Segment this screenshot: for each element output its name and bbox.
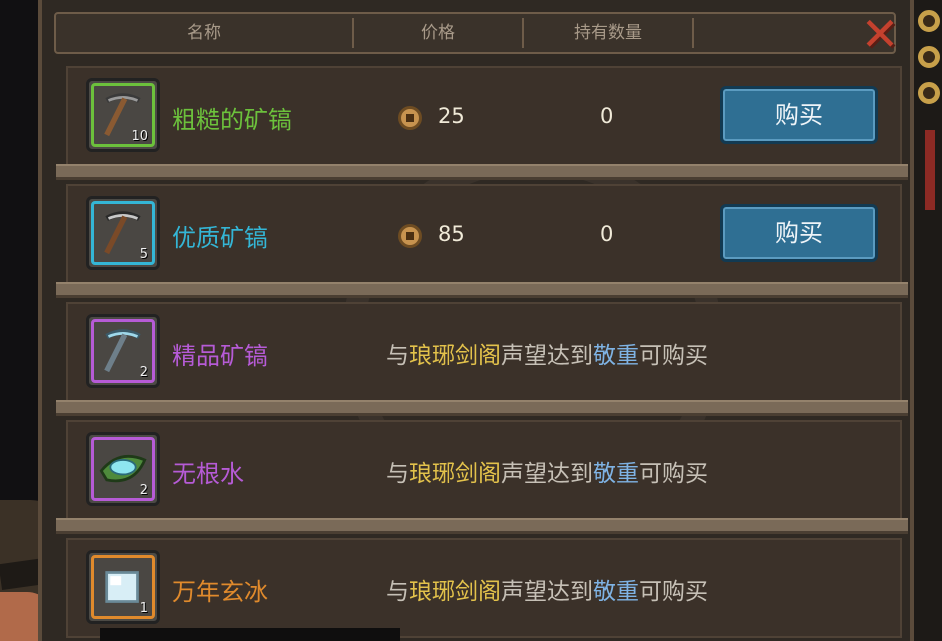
shop-row: 1 万年玄冰 与琅琊剑阁声望达到敬重可购买 [66, 538, 902, 638]
item-name: 万年玄冰 [172, 578, 268, 606]
reputation-requirement: 与琅琊剑阁声望达到敬重可购买 [386, 454, 708, 488]
coin-ornament-icon [918, 46, 940, 68]
item-name: 优质矿镐 [172, 224, 268, 252]
req-middle: 声望达到 [501, 461, 593, 487]
item-name: 精品矿镐 [172, 342, 268, 370]
shelf-divider [56, 164, 908, 180]
tassel-decoration [925, 130, 935, 210]
req-suffix: 可购买 [639, 343, 708, 369]
reputation-requirement: 与琅琊剑阁声望达到敬重可购买 [386, 336, 708, 370]
item-slot[interactable]: 2 [86, 432, 160, 506]
reputation-requirement: 与琅琊剑阁声望达到敬重可购买 [386, 572, 708, 606]
copper-coin-icon [398, 106, 422, 130]
coin-ornament-icon [918, 82, 940, 104]
rarity-frame: 2 [91, 319, 155, 383]
shop-row: 10 粗糙的矿镐 25 0 购买 [66, 66, 902, 166]
item-slot[interactable]: 10 [86, 78, 160, 152]
header-divider [692, 18, 694, 48]
shop-row: 2 无根水 与琅琊剑阁声望达到敬重可购买 [66, 420, 902, 520]
rarity-frame: 10 [91, 83, 155, 147]
buy-button[interactable]: 购买 [720, 204, 878, 262]
shelf-divider [56, 282, 908, 298]
item-slot[interactable]: 5 [86, 196, 160, 270]
item-count: 10 [131, 129, 148, 144]
copper-coin-icon [398, 224, 422, 248]
item-owned: 0 [600, 104, 614, 128]
shelf-divider [56, 400, 908, 416]
item-slot[interactable]: 1 [86, 550, 160, 624]
item-price: 25 [438, 104, 465, 128]
req-rank: 敬重 [593, 343, 639, 369]
req-middle: 声望达到 [501, 579, 593, 605]
req-faction: 琅琊剑阁 [409, 579, 501, 605]
req-middle: 声望达到 [501, 343, 593, 369]
header-name: 名称 [187, 23, 221, 43]
rarity-frame: 2 [91, 437, 155, 501]
bottom-bar [100, 628, 400, 641]
item-count: 2 [139, 365, 148, 380]
item-slot[interactable]: 2 [86, 314, 160, 388]
item-name: 粗糙的矿镐 [172, 106, 292, 134]
item-count: 5 [139, 247, 148, 262]
rarity-frame: 5 [91, 201, 155, 265]
shelf-divider [56, 518, 908, 534]
item-name: 无根水 [172, 460, 244, 488]
req-suffix: 可购买 [639, 579, 708, 605]
header-owned: 持有数量 [574, 23, 642, 43]
shop-row: 5 优质矿镐 85 0 购买 [66, 184, 902, 284]
req-rank: 敬重 [593, 461, 639, 487]
coin-string-decoration [918, 10, 942, 118]
table-header: 名称 价格 持有数量 [54, 12, 896, 54]
close-icon[interactable]: ✕ [856, 10, 904, 58]
req-suffix: 可购买 [639, 461, 708, 487]
req-prefix: 与 [386, 343, 409, 369]
req-prefix: 与 [386, 579, 409, 605]
buy-button[interactable]: 购买 [720, 86, 878, 144]
req-faction: 琅琊剑阁 [409, 343, 501, 369]
req-rank: 敬重 [593, 579, 639, 605]
coin-ornament-icon [918, 10, 940, 32]
req-prefix: 与 [386, 461, 409, 487]
item-owned: 0 [600, 222, 614, 246]
item-price: 85 [438, 222, 465, 246]
item-count: 2 [139, 483, 148, 498]
item-count: 1 [139, 601, 148, 616]
shop-row: 2 精品矿镐 与琅琊剑阁声望达到敬重可购买 [66, 302, 902, 402]
rarity-frame: 1 [91, 555, 155, 619]
header-price: 价格 [421, 23, 455, 43]
req-faction: 琅琊剑阁 [409, 461, 501, 487]
